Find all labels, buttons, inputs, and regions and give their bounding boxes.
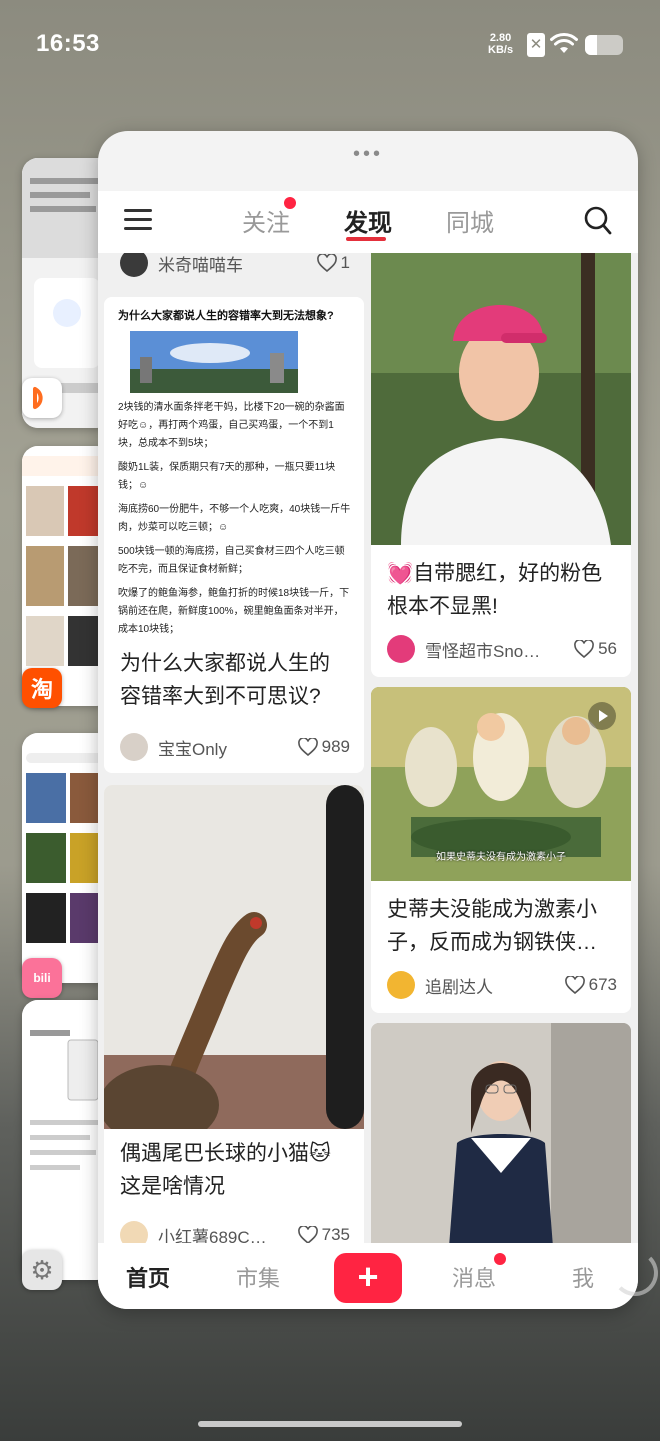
cover-line: 吹爆了的鲍鱼海参，鲍鱼打折的时候18块钱一斤，下锅前还在爬，新鲜度100%，碗里… [118, 588, 350, 635]
note-cover-video: 如果史蒂夫没有成为激素小子 [371, 687, 631, 881]
heart-icon [574, 640, 594, 658]
heart-icon [564, 976, 585, 994]
like-button[interactable]: 56 [574, 639, 617, 659]
note-meta: 宝宝Only 989 [120, 733, 350, 761]
active-tab-indicator [346, 237, 386, 241]
nav-messages[interactable]: 消息 [452, 1261, 496, 1293]
heart-icon [297, 1226, 318, 1243]
cover-line: 2块钱的清水面条拌老干妈，比楼下20一碗的杂酱面好吃☺，再打两个鸡蛋，自己买鸡蛋… [118, 402, 345, 449]
cover-line: 500块钱一顿的海底捞，自己买食材三四个人吃三顿吃不完，而且保证食材新鲜； [118, 546, 345, 575]
wifi-icon [550, 32, 578, 53]
avatar [120, 253, 148, 277]
avatar [120, 733, 148, 761]
avatar [387, 971, 415, 999]
note-title: 史蒂夫没能成为激素小子，反而成为钢铁侠… [387, 898, 597, 954]
net-speed-value: 2.80 [489, 32, 512, 44]
avatar [120, 1221, 148, 1243]
author-name: 雪怪超市Sno… [425, 641, 541, 661]
active-app-card[interactable]: ••• 关注 发现 同城 米奇喵喵车 1 为什么大家都说人生的容错率大到无法想象… [98, 131, 638, 1309]
cover-doc-title: 为什么大家都说人生的容错率大到无法想象? [118, 310, 334, 322]
author-name: 小红薯689C… [158, 1227, 267, 1244]
like-count: 673 [588, 975, 617, 994]
cover-line: 海底捞60一份肥牛，不够一个人吃爽，40块钱一斤牛肉，炒菜可以吃三顿；☺ [118, 504, 351, 533]
play-icon[interactable] [587, 701, 617, 731]
top-navigation: 关注 发现 同城 [98, 191, 638, 253]
note-meta: 雪怪超市Sno… 56 [387, 635, 617, 663]
note-meta: 小红薯689C… 735 [120, 1221, 350, 1243]
note-card[interactable]: 偶遇尾巴长球的小猫🐱这是啥情况 小红薯689C… 735 [104, 785, 364, 1243]
like-button[interactable]: 1 [316, 253, 350, 273]
like-button[interactable]: 735 [297, 1225, 350, 1243]
battery-icon [585, 35, 623, 55]
search-icon[interactable] [584, 206, 612, 236]
note-cover-image [371, 1023, 631, 1243]
didi-app-icon[interactable] [22, 378, 62, 418]
nav-home[interactable]: 首页 [126, 1261, 170, 1293]
video-subtitle: 如果史蒂夫没有成为激素小子 [436, 852, 566, 863]
like-count: 56 [598, 639, 617, 658]
status-bar: 16:53 2.80 KB/s ✕ [0, 0, 660, 90]
like-count: 735 [321, 1225, 350, 1243]
note-card[interactable]: 如果史蒂夫没有成为激素小子 史蒂夫没能成为激素小子，反而成为钢铁侠… 追剧达人 … [371, 687, 631, 1013]
heart-icon [316, 254, 337, 272]
note-card[interactable] [371, 1023, 631, 1243]
net-speed-unit: KB/s [488, 44, 514, 56]
gesture-hint-arc [612, 1250, 658, 1296]
bilibili-app-icon[interactable]: bili [22, 958, 62, 998]
like-button[interactable]: 989 [297, 737, 350, 757]
like-count: 1 [340, 253, 350, 272]
tab-discover[interactable]: 发现 [344, 203, 392, 238]
status-time: 16:53 [36, 30, 100, 57]
settings-app-icon[interactable]: ⚙ [22, 1250, 62, 1290]
notification-dot [494, 1253, 506, 1265]
taobao-app-icon[interactable]: 淘 [22, 668, 62, 708]
discover-feed[interactable]: 米奇喵喵车 1 为什么大家都说人生的容错率大到无法想象? 2块钱的清水面条拌老干… [98, 253, 638, 1243]
hamburger-icon[interactable] [124, 209, 152, 231]
author-name: 追剧达人 [425, 977, 493, 997]
author-name: 宝宝Only [158, 739, 227, 759]
note-card[interactable]: 为什么大家都说人生的容错率大到无法想象? 2块钱的清水面条拌老干妈，比楼下20一… [104, 297, 364, 773]
note-title: 偶遇尾巴长球的小猫🐱这是啥情况 [120, 1142, 331, 1198]
nav-me[interactable]: 我 [572, 1261, 594, 1293]
card-grip-handle[interactable]: ••• [98, 144, 638, 164]
note-title: 为什么大家都说人生的容错率大到不可思议? [120, 652, 330, 708]
home-indicator[interactable] [198, 1421, 462, 1427]
note-meta: 追剧达人 673 [387, 971, 617, 999]
notification-dot [284, 197, 296, 209]
avatar [387, 635, 415, 663]
tab-follow[interactable]: 关注 [242, 203, 290, 238]
partial-card-meta: 米奇喵喵车 1 [120, 253, 350, 277]
bottom-navigation: 首页 市集 + 消息 我 [98, 1243, 638, 1309]
no-sim-icon: ✕ [527, 33, 545, 57]
heart-icon [297, 738, 318, 756]
note-cover-image [104, 785, 364, 1129]
like-button[interactable]: 673 [564, 975, 617, 995]
cover-photo [130, 331, 298, 393]
note-cover-image: 为什么大家都说人生的容错率大到无法想象? 2块钱的清水面条拌老干妈，比楼下20一… [104, 297, 364, 647]
note-cover-image [371, 253, 631, 545]
tab-local[interactable]: 同城 [446, 203, 494, 238]
author-name: 米奇喵喵车 [158, 255, 243, 275]
create-post-button[interactable]: + [334, 1253, 402, 1303]
network-speed: 2.80 KB/s [488, 32, 513, 56]
like-count: 989 [321, 737, 350, 756]
note-card[interactable]: 💓自带腮红，好的粉色根本不显黑! 雪怪超市Sno… 56 [371, 253, 631, 677]
note-title: 💓自带腮红，好的粉色根本不显黑! [387, 562, 603, 618]
cover-line: 酸奶1L装，保质期只有7天的那种，一瓶只要11块钱；☺ [118, 462, 336, 491]
nav-market[interactable]: 市集 [236, 1261, 280, 1293]
